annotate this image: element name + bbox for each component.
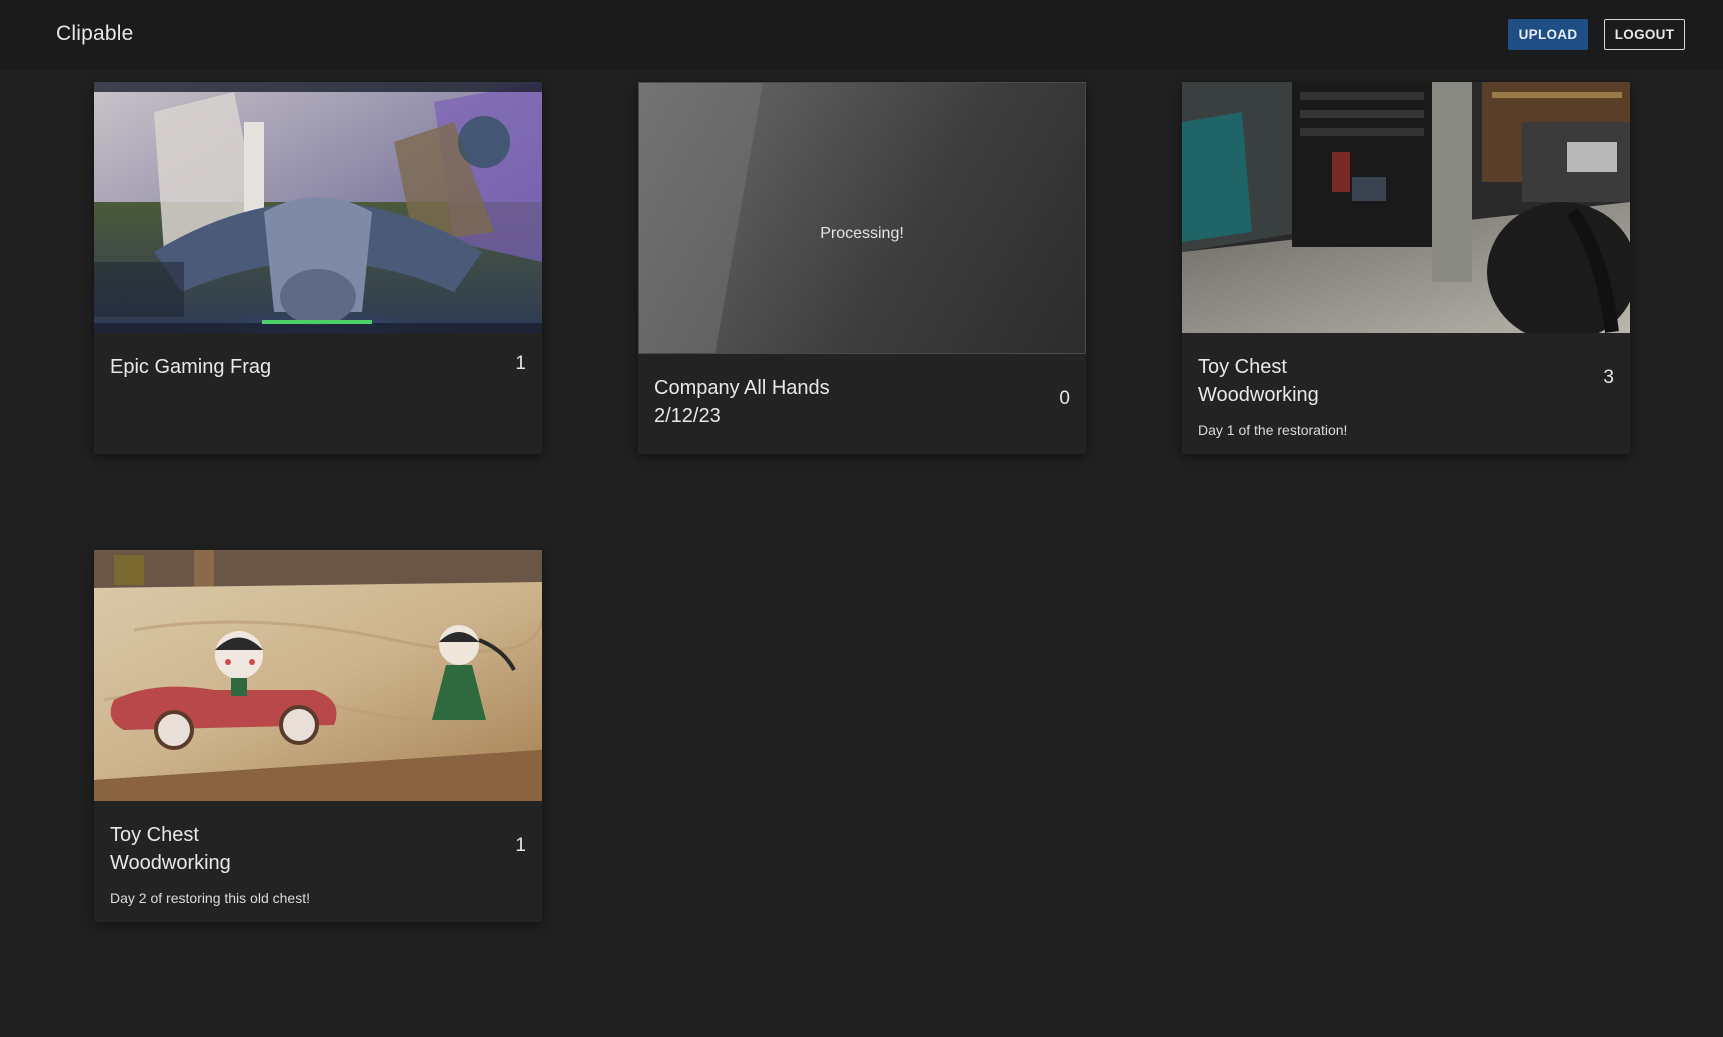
video-title[interactable]: Toy Chest Woodworking [110, 821, 260, 877]
video-count: 0 [1059, 388, 1070, 409]
video-thumbnail[interactable] [94, 82, 542, 333]
video-title[interactable]: Epic Gaming Frag [110, 353, 430, 381]
card-body: 0 Company All Hands 2/12/23 [638, 354, 1086, 444]
video-description: Day 2 of restoring this old chest! [110, 890, 310, 906]
video-card[interactable]: 3 Toy Chest Woodworking Day 1 of the res… [1182, 82, 1630, 454]
video-title[interactable]: Toy Chest Woodworking [1198, 353, 1348, 409]
video-thumbnail[interactable] [1182, 82, 1630, 333]
processing-placeholder: Processing! [638, 82, 1086, 354]
upload-button[interactable]: UPLOAD [1508, 19, 1588, 50]
card-body: 1 Epic Gaming Frag [94, 333, 542, 395]
garage-workshop-thumbnail [1182, 82, 1630, 333]
card-body: 1 Toy Chest Woodworking Day 2 of restori… [94, 801, 542, 920]
video-thumbnail[interactable] [94, 550, 542, 801]
painted-chest-lid-thumbnail [94, 550, 542, 801]
video-count: 1 [515, 353, 526, 374]
logout-button[interactable]: LOGOUT [1604, 19, 1685, 50]
video-count: 3 [1603, 367, 1614, 388]
game-screenshot-thumbnail [94, 82, 542, 333]
processing-sheen [639, 83, 763, 353]
video-card[interactable]: Processing! 0 Company All Hands 2/12/23 [638, 82, 1086, 454]
video-card[interactable]: 1 Epic Gaming Frag [94, 82, 542, 454]
top-bar: Clipable UPLOAD LOGOUT [0, 0, 1723, 70]
app-brand[interactable]: Clipable [56, 22, 133, 46]
video-title[interactable]: Company All Hands 2/12/23 [654, 374, 854, 430]
video-description: Day 1 of the restoration! [1198, 422, 1348, 438]
video-count: 1 [515, 835, 526, 856]
processing-status: Processing! [820, 225, 904, 242]
card-body: 3 Toy Chest Woodworking Day 1 of the res… [1182, 333, 1630, 452]
video-card[interactable]: 1 Toy Chest Woodworking Day 2 of restori… [94, 550, 542, 922]
